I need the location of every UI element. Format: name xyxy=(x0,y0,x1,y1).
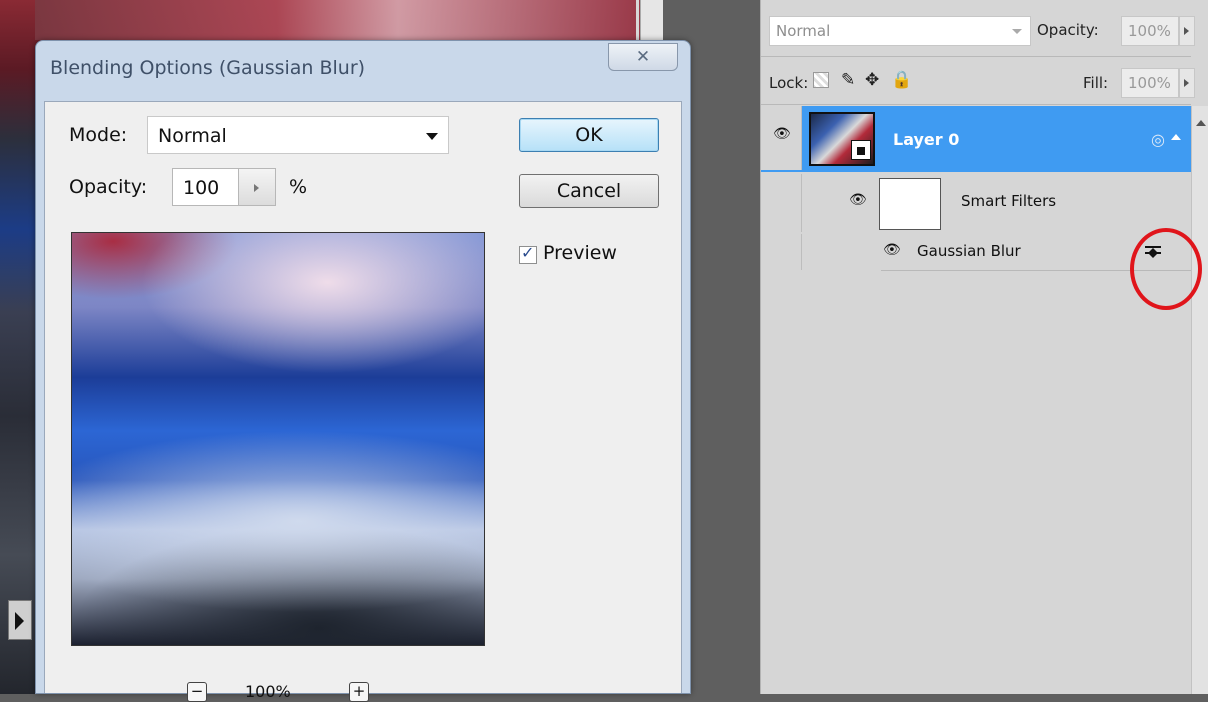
collapse-arrow-icon[interactable] xyxy=(1171,134,1181,140)
zoom-in-button[interactable]: + xyxy=(349,682,369,702)
panel-opacity-label: Opacity: xyxy=(1037,21,1099,39)
canvas-divider xyxy=(636,0,639,40)
padlock-icon[interactable]: 🔒 xyxy=(891,70,912,90)
indent-spacer xyxy=(761,174,802,232)
panel-divider xyxy=(761,104,1191,105)
eye-icon[interactable]: 👁 xyxy=(849,192,867,208)
preview-checkbox[interactable] xyxy=(519,243,537,264)
opacity-label: Opacity: xyxy=(69,176,148,198)
opacity-slider-button[interactable] xyxy=(238,168,276,206)
cancel-button[interactable]: Cancel xyxy=(519,174,659,208)
visibility-toggle[interactable]: 👁 xyxy=(761,106,802,170)
close-icon: ✕ xyxy=(635,47,651,67)
blend-mode-value: Normal xyxy=(776,22,831,40)
highlight-circle xyxy=(1130,228,1202,310)
layer-name: Layer 0 xyxy=(893,130,960,149)
smart-filter-indicator-icon: ◎ xyxy=(1151,130,1165,149)
lock-transparent-pixels-icon[interactable] xyxy=(813,72,829,88)
panel-divider xyxy=(761,56,1191,57)
fill-input[interactable]: 100% xyxy=(1121,68,1179,98)
zoom-level: 100% xyxy=(245,682,291,701)
mode-value: Normal xyxy=(158,125,227,147)
panel-expand-arrow-icon[interactable] xyxy=(8,600,32,640)
lock-label: Lock: xyxy=(769,74,809,92)
mode-select[interactable]: Normal xyxy=(147,116,449,154)
gaussian-blur-label: Gaussian Blur xyxy=(917,242,1021,260)
ok-button[interactable]: OK xyxy=(519,118,659,152)
indent-spacer xyxy=(761,234,802,270)
move-icon[interactable]: ✥ xyxy=(865,70,879,90)
zoom-out-button[interactable]: − xyxy=(187,682,207,702)
dialog-body: Mode: Normal Opacity: 100 % − 100% + OK … xyxy=(44,101,682,702)
opacity-value: 100 xyxy=(183,177,220,199)
panel-opacity-input[interactable]: 100% xyxy=(1121,16,1179,46)
scroll-up-icon[interactable] xyxy=(1196,120,1206,126)
chevron-down-icon xyxy=(1012,29,1022,34)
chevron-down-icon xyxy=(426,133,438,140)
preview-label: Preview xyxy=(543,242,617,264)
play-arrow-icon xyxy=(254,184,259,192)
smart-object-icon xyxy=(851,140,871,160)
opacity-input[interactable]: 100 xyxy=(172,168,242,206)
blend-mode-select[interactable]: Normal xyxy=(769,16,1031,46)
blending-options-dialog: Blending Options (Gaussian Blur) ✕ Mode:… xyxy=(35,40,691,702)
canvas-image-strip xyxy=(35,0,640,40)
eye-icon: 👁 xyxy=(773,126,791,142)
panel-opacity-slider-button[interactable] xyxy=(1179,16,1195,46)
brush-icon[interactable]: ✎ xyxy=(841,70,855,90)
layers-scrollbar[interactable] xyxy=(1191,106,1208,694)
opacity-unit: % xyxy=(289,176,308,198)
layer-row-layer-0[interactable]: 👁 Layer 0 ◎ xyxy=(761,106,1191,172)
close-button[interactable]: ✕ xyxy=(608,43,678,71)
preview-image xyxy=(71,232,485,646)
smart-filters-label: Smart Filters xyxy=(961,192,1057,210)
mode-label: Mode: xyxy=(69,124,128,146)
filter-mask-thumbnail[interactable] xyxy=(879,178,941,230)
dialog-title: Blending Options (Gaussian Blur) xyxy=(50,57,366,79)
eye-icon[interactable]: 👁 xyxy=(883,242,901,258)
smart-filters-row[interactable]: 👁 Smart Filters xyxy=(761,174,1191,232)
fill-slider-button[interactable] xyxy=(1179,68,1195,98)
layers-panel: Normal Opacity: 100% Lock: ✎ ✥ 🔒 Fill: 1… xyxy=(760,0,1208,694)
fill-label: Fill: xyxy=(1083,74,1109,92)
gaussian-blur-filter-row[interactable]: 👁 Gaussian Blur xyxy=(761,234,1191,270)
